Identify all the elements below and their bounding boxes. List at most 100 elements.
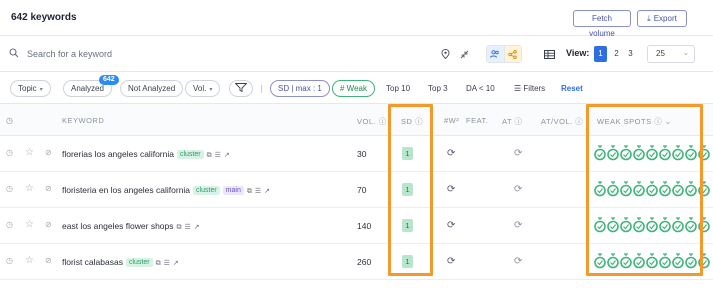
column-feat[interactable]: FEAT. — [466, 116, 488, 125]
page-button-2[interactable]: 2 — [610, 46, 623, 62]
weak-spot-icon[interactable] — [698, 145, 710, 161]
weak-spot-icon[interactable] — [685, 145, 697, 161]
star-icon[interactable]: ☆ — [25, 255, 34, 266]
search-input[interactable]: Search for a keyword — [27, 49, 112, 59]
weak-spot-icon[interactable] — [685, 217, 697, 233]
weak-spot-icon[interactable] — [620, 253, 632, 269]
weak-spot-icon[interactable] — [659, 181, 671, 197]
weak-spot-icon[interactable] — [607, 217, 619, 233]
list-icon[interactable]: ☰ — [215, 151, 221, 159]
weak-spot-icon[interactable] — [594, 253, 606, 269]
location-pin-icon[interactable] — [437, 46, 453, 62]
column-keyword[interactable]: KEYWORD — [62, 116, 104, 125]
refresh-icon[interactable]: ⟳ — [514, 220, 522, 231]
list-icon[interactable]: ☰ — [255, 187, 261, 195]
share-icon[interactable] — [504, 46, 521, 62]
column-weak-spots[interactable]: WEAK SPOTS ⓘ ⌄ — [597, 116, 672, 127]
weak-spot-icon[interactable] — [594, 145, 606, 161]
top10-filter[interactable]: Top 10 — [378, 80, 418, 97]
weak-spot-icon[interactable] — [646, 145, 658, 161]
weak-spot-icon[interactable] — [646, 217, 658, 233]
history-icon[interactable]: ◷ — [6, 220, 13, 229]
column-w2[interactable]: #W² — [444, 116, 459, 125]
weak-spot-icon[interactable] — [659, 145, 671, 161]
column-sd[interactable]: SD ⓘ — [401, 116, 423, 127]
page-button-3[interactable]: 3 — [624, 46, 637, 62]
star-icon[interactable]: ☆ — [25, 147, 34, 158]
history-icon[interactable]: ◷ — [6, 184, 13, 193]
fetch-volume-button[interactable]: Fetch volume — [573, 10, 631, 38]
column-at[interactable]: AT ⓘ — [502, 116, 523, 127]
external-link-icon[interactable]: ↗ — [224, 151, 230, 159]
keyword-text[interactable]: east los angeles flower shops — [62, 221, 174, 231]
keyword-text[interactable]: florerias los angeles california — [62, 149, 174, 159]
refresh-icon[interactable]: ⟳ — [447, 220, 455, 231]
copy-icon[interactable]: ⧉ — [156, 260, 161, 268]
list-icon[interactable]: ☰ — [185, 223, 191, 231]
weak-spot-icon[interactable] — [659, 253, 671, 269]
table-row[interactable]: ◷ ☆ ⊘ east los angeles flower shops ⧉ ☰ ↗ 1… — [0, 208, 713, 244]
keyword-cell[interactable]: floristeria en los angeles california clu… — [62, 185, 270, 196]
external-link-icon[interactable]: ↗ — [264, 187, 270, 195]
weak-spot-icon[interactable] — [633, 181, 645, 197]
star-icon[interactable]: ☆ — [25, 183, 34, 194]
cluster-tag[interactable]: cluster — [125, 258, 153, 267]
weak-spot-icon[interactable] — [646, 253, 658, 269]
weak-spot-icon[interactable] — [633, 145, 645, 161]
weak-spot-icon[interactable] — [646, 181, 658, 197]
weak-spot-icon[interactable] — [594, 181, 606, 197]
hide-icon[interactable]: ⊘ — [45, 184, 52, 193]
hide-icon[interactable]: ⊘ — [45, 148, 52, 157]
hide-icon[interactable]: ⊘ — [45, 220, 52, 229]
weak-spot-icon[interactable] — [633, 217, 645, 233]
keyword-cell[interactable]: florerias los angeles california cluster ⧉… — [62, 149, 230, 160]
weak-spot-icon[interactable] — [672, 181, 684, 197]
refresh-icon[interactable]: ⟳ — [447, 148, 455, 159]
da-filter[interactable]: DA < 10 — [458, 80, 503, 97]
table-view-icon[interactable] — [541, 46, 557, 62]
weak-spot-icon[interactable] — [607, 181, 619, 197]
weak-spot-icon[interactable] — [607, 145, 619, 161]
refresh-icon[interactable]: ⟳ — [514, 256, 522, 267]
keyword-text[interactable]: florist calabasas — [62, 257, 123, 267]
keyword-cell[interactable]: florist calabasas cluster ⧉ ☰ ↗ — [62, 257, 179, 268]
reset-link[interactable]: Reset — [561, 84, 583, 93]
refresh-icon[interactable]: ⟳ — [514, 148, 522, 159]
copy-icon[interactable]: ⧉ — [177, 224, 182, 232]
keyword-cell[interactable]: east los angeles flower shops ⧉ ☰ ↗ — [62, 221, 200, 232]
advanced-filter-button[interactable] — [229, 80, 253, 97]
table-row[interactable]: ◷ ☆ ⊘ florist calabasas cluster ⧉ ☰ ↗ 260 1 … — [0, 244, 713, 280]
external-link-icon[interactable]: ↗ — [194, 223, 200, 231]
weak-spot-icon[interactable] — [685, 253, 697, 269]
export-button[interactable]: ⤓ Export — [637, 10, 687, 27]
cluster-tag[interactable]: cluster — [193, 186, 220, 195]
topic-filter[interactable]: Topic ▾ — [10, 80, 51, 97]
weak-spot-icon[interactable] — [698, 181, 710, 197]
collapse-icon[interactable] — [456, 46, 472, 62]
volume-filter[interactable]: Vol. ▾ — [185, 80, 221, 97]
list-icon[interactable]: ☰ — [164, 259, 170, 267]
table-row[interactable]: ◷ ☆ ⊘ florerias los angeles california cl… — [0, 136, 713, 172]
weak-spot-icon[interactable] — [685, 181, 697, 197]
sd-filter[interactable]: SD | max : 1 — [270, 80, 330, 97]
history-icon[interactable]: ◷ — [6, 256, 13, 265]
keyword-text[interactable]: floristeria en los angeles california — [62, 185, 190, 195]
external-link-icon[interactable]: ↗ — [173, 259, 179, 267]
copy-icon[interactable]: ⧉ — [247, 188, 252, 196]
weak-spot-icon[interactable] — [672, 217, 684, 233]
weak-spot-icon[interactable] — [698, 253, 710, 269]
top3-filter[interactable]: Top 3 — [420, 80, 456, 97]
hide-icon[interactable]: ⊘ — [45, 256, 52, 265]
refresh-icon[interactable]: ⟳ — [447, 184, 455, 195]
page-button-1[interactable]: 1 — [594, 46, 607, 62]
star-icon[interactable]: ☆ — [25, 219, 34, 230]
weak-spot-icon[interactable] — [659, 217, 671, 233]
weak-spot-icon[interactable] — [620, 217, 632, 233]
copy-icon[interactable]: ⧉ — [207, 152, 212, 160]
column-at-vol[interactable]: AT/VOL. ⓘ — [541, 116, 583, 127]
history-icon[interactable]: ◷ — [6, 148, 13, 157]
weak-filter[interactable]: # Weak — [332, 80, 375, 97]
main-tag[interactable]: main — [222, 186, 244, 195]
weak-spot-icon[interactable] — [607, 253, 619, 269]
weak-spot-icon[interactable] — [698, 217, 710, 233]
